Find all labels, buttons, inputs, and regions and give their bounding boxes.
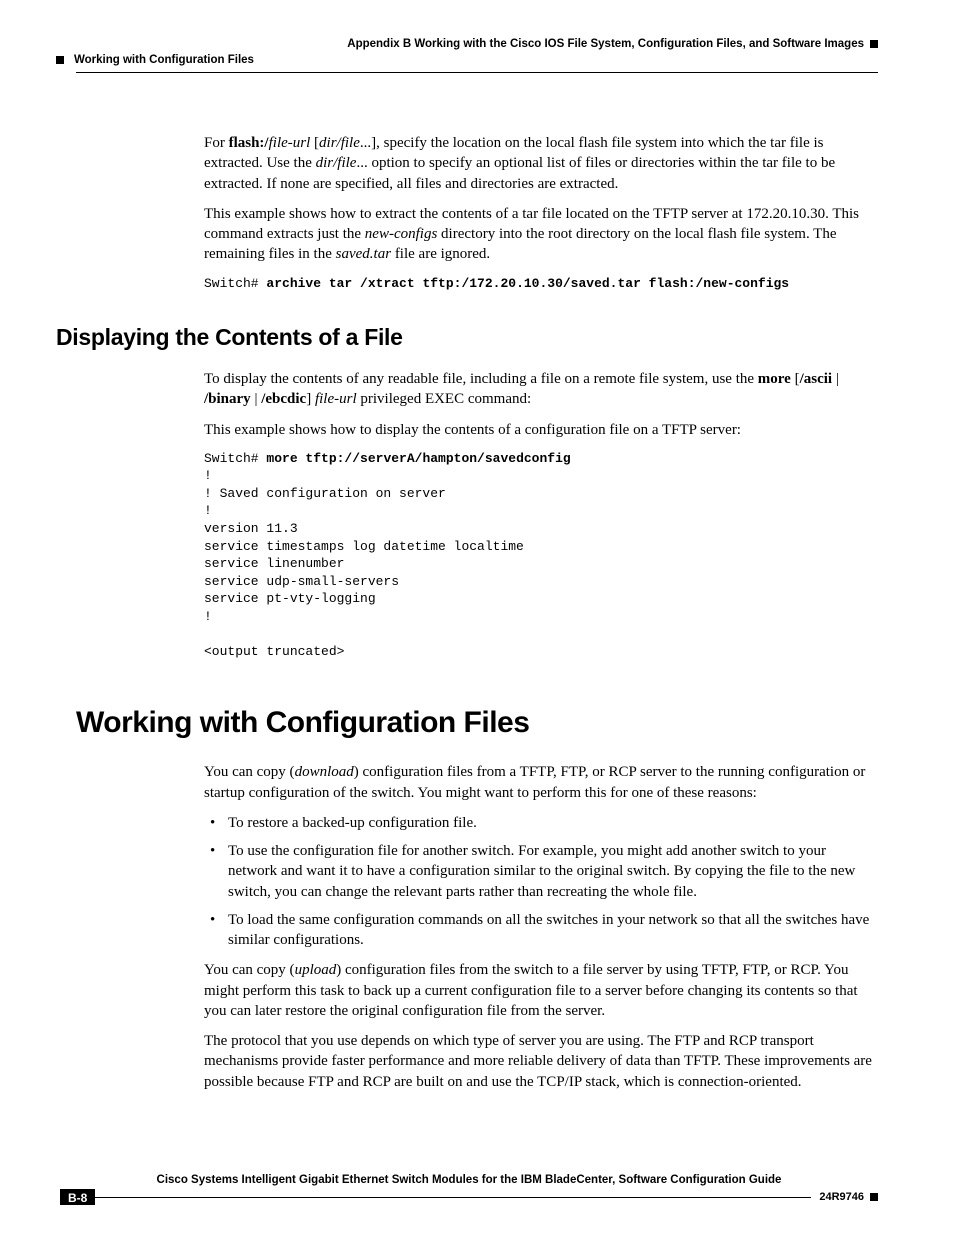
list-item: To load the same configuration commands … <box>204 910 878 951</box>
sectionA-p2: This example shows how to display the co… <box>204 420 878 440</box>
footer-marker-icon <box>870 1193 878 1201</box>
intro-p2: This example shows how to extract the co… <box>204 204 878 265</box>
header-appendix: Appendix B Working with the Cisco IOS Fi… <box>76 38 878 50</box>
header-section: Working with Configuration Files <box>76 54 878 66</box>
section-marker-icon <box>56 56 64 64</box>
header-section-text: Working with Configuration Files <box>74 54 254 66</box>
sectionB-p1: You can copy (download) configuration fi… <box>204 762 878 803</box>
intro-p1: For flash:/file-url [dir/file...], speci… <box>204 133 878 194</box>
sectionB-p2: You can copy (upload) configuration file… <box>204 960 878 1021</box>
footer-rule <box>95 1197 811 1198</box>
sectionB-p3: The protocol that you use depends on whi… <box>204 1031 878 1092</box>
header-appendix-text: Appendix B Working with the Cisco IOS Fi… <box>347 38 864 50</box>
code-more-output: Switch# more tftp://serverA/hampton/save… <box>204 450 878 661</box>
sectionB-bullets: To restore a backed-up configuration fil… <box>204 813 878 951</box>
page-footer: Cisco Systems Intelligent Gigabit Ethern… <box>60 1174 878 1205</box>
header-marker-icon <box>870 40 878 48</box>
heading-displaying-contents: Displaying the Contents of a File <box>56 324 878 351</box>
heading-working-config: Working with Configuration Files <box>76 706 878 740</box>
page-number: B-8 <box>60 1189 95 1205</box>
list-item: To restore a backed-up configuration fil… <box>204 813 878 833</box>
doc-number: 24R9746 <box>819 1191 864 1203</box>
list-item: To use the configuration file for anothe… <box>204 841 878 902</box>
header-rule <box>76 72 878 73</box>
sectionA-p1: To display the contents of any readable … <box>204 369 878 410</box>
footer-guide-title: Cisco Systems Intelligent Gigabit Ethern… <box>60 1174 878 1186</box>
code-archive-tar: Switch# archive tar /xtract tftp:/172.20… <box>204 275 878 293</box>
